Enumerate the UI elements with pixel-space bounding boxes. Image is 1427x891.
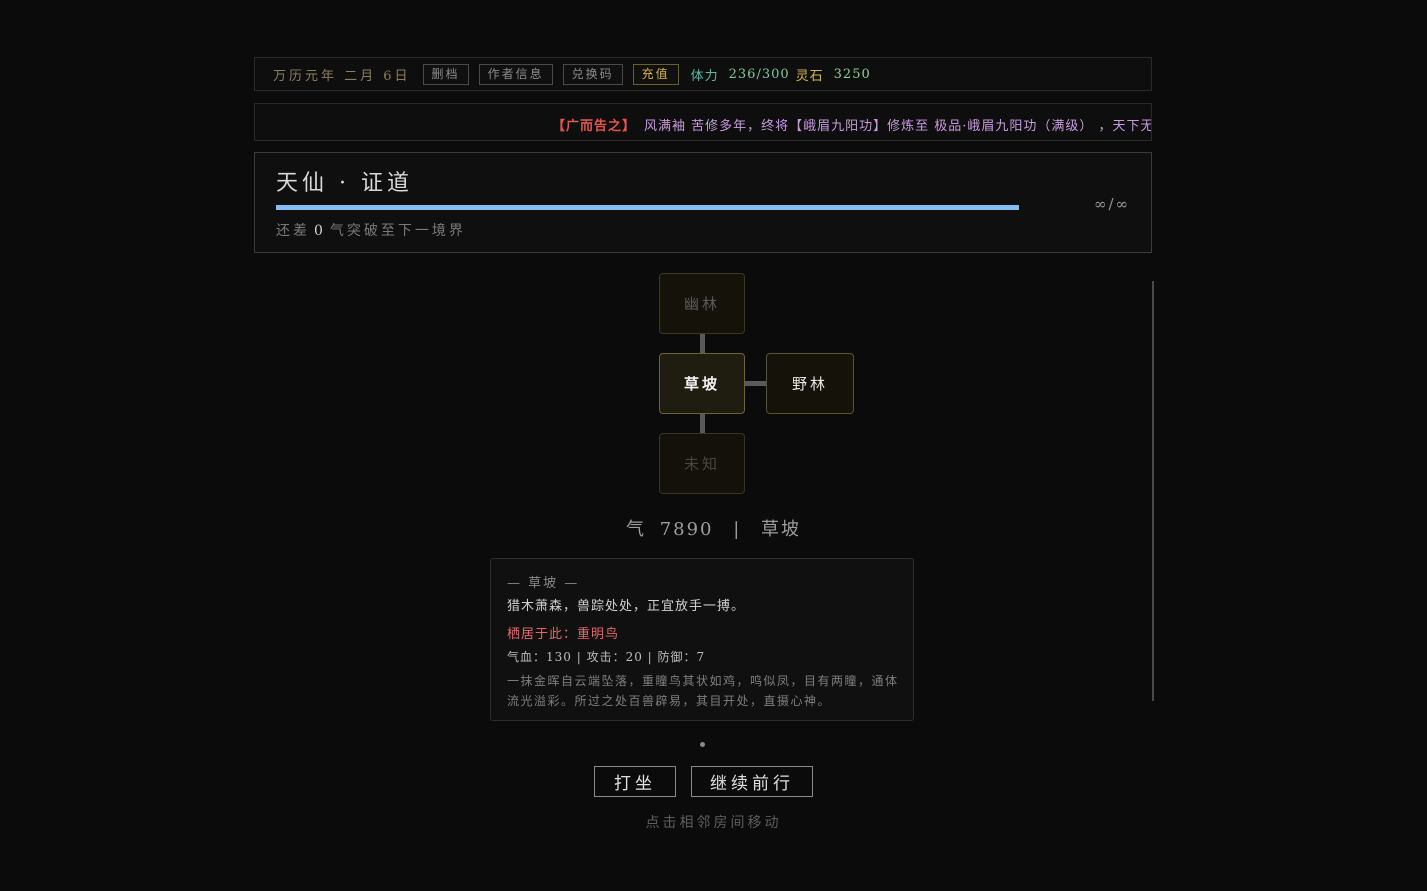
location-info-card: — 草坡 — 猎木萧森，兽踪处处，正宜放手一搏。 栖居于此：重明鸟 气血：130…	[490, 558, 914, 721]
meditate-button[interactable]: 打坐	[594, 766, 676, 797]
realm-progress-bar	[276, 205, 1019, 210]
game-date: 万历元年 二月 6日	[273, 68, 411, 84]
map-room-north[interactable]: 幽林	[659, 273, 745, 334]
spirit-stone-value: 3250	[833, 66, 871, 82]
location-name: 草坡	[761, 519, 802, 540]
monster-stats: 气血：130 | 攻击：20 | 防御：7	[507, 650, 706, 664]
monster-lore: 一抹金晖自云端坠落，重瞳鸟其状如鸡，鸣似凤，目有两瞳，通体流光溢彩。所过之处百兽…	[507, 674, 899, 708]
card-monster: 栖居于此：重明鸟	[507, 623, 619, 642]
monster-label: 栖居于此：	[507, 627, 578, 642]
delete-save-button[interactable]: 删档	[422, 63, 469, 85]
map-connector-north	[700, 334, 705, 354]
realm-panel: 天仙 · 证道 ∞/∞ 还差 0 气突破至下一境界	[254, 152, 1152, 253]
qi-label: 气	[625, 519, 646, 540]
announcement-tag: 【广而告之】	[552, 119, 637, 134]
spirit-stone-label: 灵石	[795, 68, 824, 84]
note-prefix: 还差	[276, 223, 310, 239]
realm-progress-fill	[276, 205, 1019, 210]
note-value: 0	[314, 223, 326, 239]
card-description: 猎木萧森，兽踪处处，正宜放手一搏。	[507, 599, 746, 614]
status-line: 气 7890 | 草坡	[0, 515, 1427, 541]
realm-progress-count: ∞/∞	[1093, 195, 1130, 213]
author-info-button[interactable]: 作者信息	[478, 63, 553, 85]
scrollbar[interactable]	[1152, 281, 1154, 701]
realm-breakthrough-note: 还差 0 气突破至下一境界	[276, 220, 466, 240]
map-connector-east	[745, 381, 767, 386]
stamina-value: 236/300	[728, 66, 790, 82]
monster-name: 重明鸟	[577, 627, 620, 642]
announcement-text: 风满袖 苦修多年，终将【峨眉九阳功】修炼至 极品·峨眉九阳功（满级） ，天下无	[644, 119, 1152, 134]
card-heading: — 草坡 —	[507, 576, 580, 591]
map-room-east[interactable]: 野林	[766, 353, 854, 414]
redeem-code-button[interactable]: 兑换码	[562, 63, 623, 85]
top-bar: 万历元年 二月 6日 删档 作者信息 兑换码 充值 体力 236/300 灵石 …	[254, 57, 1152, 91]
move-hint: 点击相邻房间移动	[645, 815, 782, 831]
stamina-label: 体力	[690, 68, 719, 84]
map-connector-south	[700, 414, 705, 434]
realm-title: 天仙 · 证道	[276, 171, 413, 196]
status-separator: |	[733, 519, 742, 540]
announcement-ticker: 【广而告之】 风满袖 苦修多年，终将【峨眉九阳功】修炼至 极品·峨眉九阳功（满级）…	[254, 103, 1152, 141]
page-indicator-dot	[700, 742, 705, 747]
qi-value: 7890	[659, 519, 714, 540]
recharge-button[interactable]: 充值	[632, 63, 679, 85]
map-room-south[interactable]: 未知	[659, 433, 745, 494]
note-suffix: 气突破至下一境界	[329, 223, 466, 239]
map-room-current: 草坡	[659, 353, 745, 414]
continue-button[interactable]: 继续前行	[691, 766, 813, 797]
game-screen: 万历元年 二月 6日 删档 作者信息 兑换码 充值 体力 236/300 灵石 …	[0, 0, 1427, 891]
